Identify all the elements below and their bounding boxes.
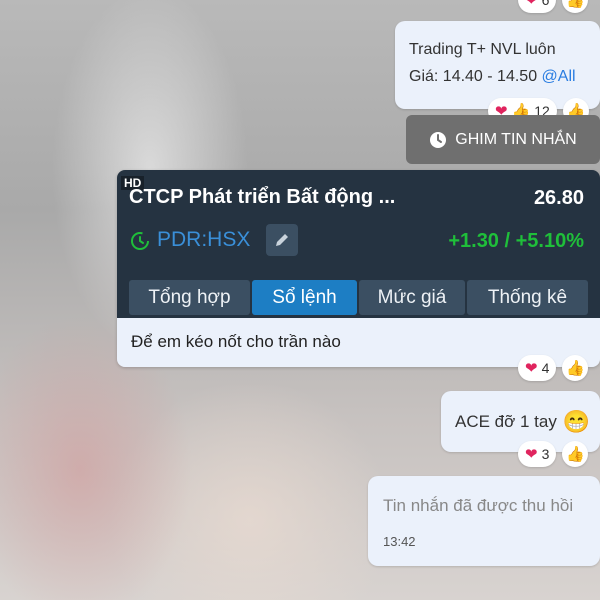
mention-all-link[interactable]: @All — [542, 68, 576, 85]
timer-icon — [131, 232, 149, 250]
pin-message-label: GHIM TIN NHẮN — [455, 130, 577, 148]
tab-tong-hop[interactable]: Tổng hợp — [129, 280, 250, 315]
like-reaction-button[interactable]: 👍 — [562, 441, 589, 467]
thumbs-up-outline-icon: 👍 — [566, 445, 585, 463]
ace-reactions: ❤ 3 👍 — [518, 441, 589, 467]
tab-so-lenh[interactable]: Sổ lệnh — [252, 280, 357, 315]
company-name: CTCP Phát triển Bất động ... — [129, 186, 396, 208]
like-reaction-button[interactable]: 👍 — [562, 0, 589, 13]
message-bubble-recalled[interactable]: Tin nhắn đã được thu hồi 13:42 — [368, 476, 600, 566]
stock-card-header: HD CTCP Phát triển Bất động ... 26.80 PD… — [117, 170, 600, 318]
message-bubble-trading[interactable]: Trading T+ NVL luôn Giá: 14.40 - 14.50 @… — [395, 21, 600, 109]
heart-icon: ❤ — [525, 0, 538, 9]
reaction-count: 3 — [541, 446, 550, 462]
edit-button[interactable] — [266, 224, 298, 256]
ace-message: ACE đỡ 1 tay 😁 — [455, 411, 590, 433]
clock-icon — [430, 131, 447, 148]
caption-text: Để em kéo nốt cho trần nào — [131, 332, 341, 351]
stock-card[interactable]: HD CTCP Phát triển Bất động ... 26.80 PD… — [117, 170, 600, 367]
message-timestamp: 13:42 — [383, 534, 416, 549]
heart-reaction-pill[interactable]: ❤ 3 — [518, 441, 557, 467]
message-line-2: Giá: 14.40 - 14.50 @All — [409, 68, 576, 86]
tab-thong-ke[interactable]: Thống kê — [467, 280, 588, 315]
stock-price: 26.80 — [533, 187, 584, 209]
ticker-link[interactable]: PDR:HSX — [157, 228, 250, 252]
like-reaction-button[interactable]: 👍 — [562, 355, 589, 381]
heart-icon: ❤ — [525, 359, 538, 377]
tab-muc-gia[interactable]: Mức giá — [359, 280, 465, 315]
card-reactions: ❤ 4 👍 — [518, 355, 589, 381]
ticker-row: PDR:HSX — [129, 228, 250, 252]
top-reactions: ❤ 6 👍 — [518, 0, 589, 13]
heart-reaction-pill[interactable]: ❤ 4 — [518, 355, 557, 381]
reaction-count: 6 — [541, 0, 550, 8]
heart-icon: ❤ — [525, 445, 538, 463]
price-change: +1.30 / +5.10% — [448, 230, 584, 252]
thumbs-up-outline-icon: 👍 — [566, 359, 585, 377]
price-range-text: Giá: 14.40 - 14.50 — [409, 68, 538, 85]
heart-reaction-pill[interactable]: ❤ 6 — [518, 0, 557, 13]
reaction-count: 4 — [541, 360, 550, 376]
grin-emoji-icon: 😁 — [562, 409, 591, 434]
pencil-icon — [276, 234, 288, 246]
thumbs-up-outline-icon: 👍 — [566, 0, 585, 9]
pin-message-button[interactable]: GHIM TIN NHẮN — [406, 115, 600, 164]
message-line-1: Trading T+ NVL luôn — [409, 41, 556, 58]
ace-text: ACE đỡ 1 tay — [455, 412, 557, 431]
recalled-text: Tin nhắn đã được thu hồi — [383, 496, 574, 515]
